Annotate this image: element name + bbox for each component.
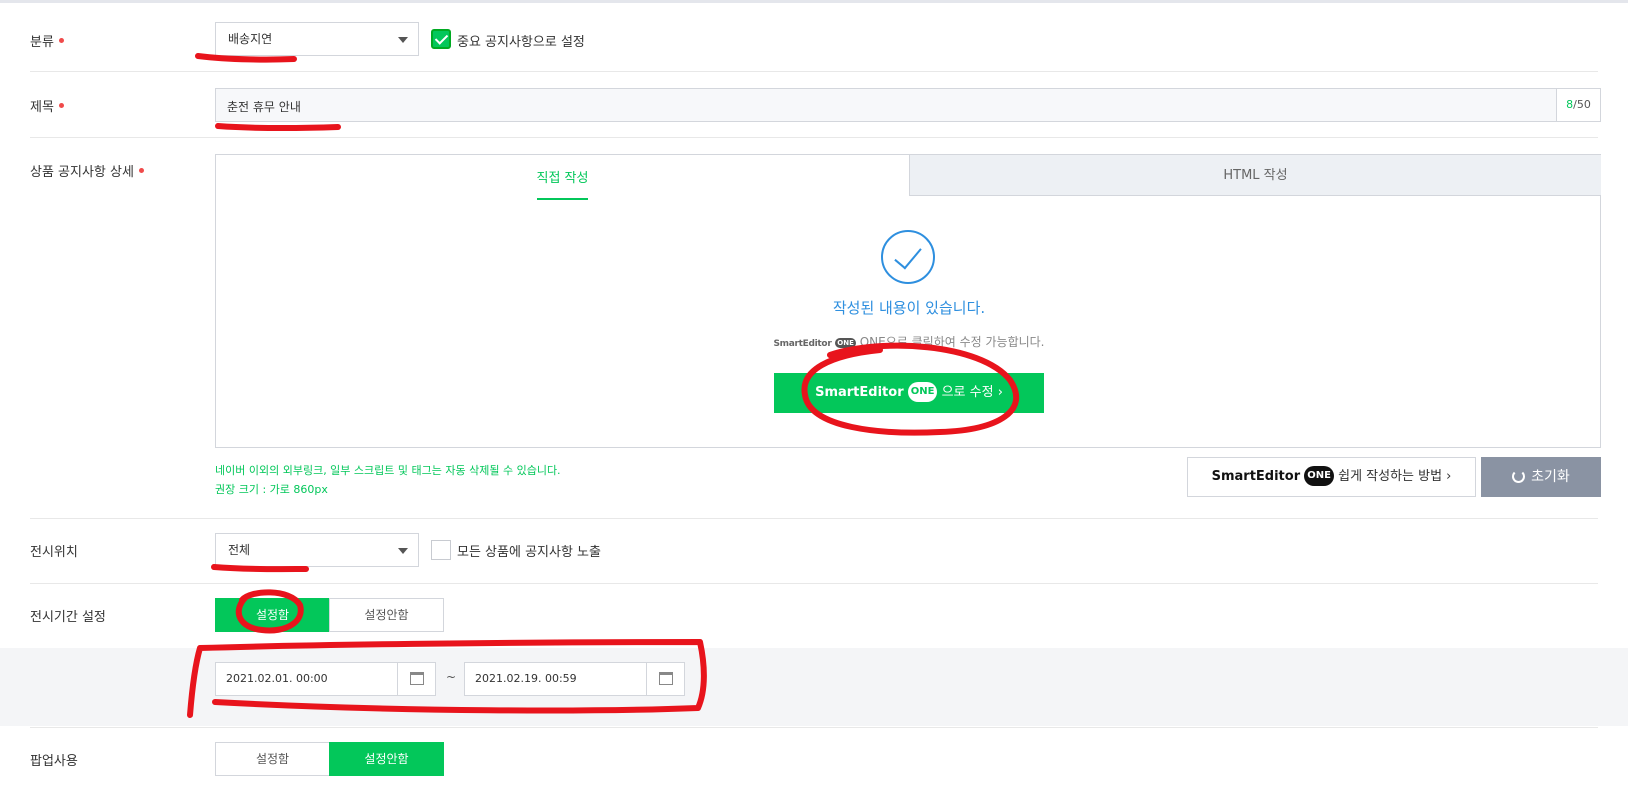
end-date-value: 2021.02.19. 00:59 xyxy=(475,672,577,685)
important-notice-label: 중요 공지사항으로 설정 xyxy=(457,35,585,50)
popup-unset-button[interactable]: 설정안함 xyxy=(329,742,444,776)
display-position-select[interactable]: 전체 xyxy=(215,533,419,567)
date-range-separator: ~ xyxy=(446,670,457,684)
notice-recommended-size: 권장 크기 : 가로 860px xyxy=(215,483,328,496)
written-content-message: 작성된 내용이 있습니다. xyxy=(832,299,986,317)
chevron-down-icon xyxy=(398,37,408,43)
title-input[interactable]: 춘전 휴무 안내 8/50 xyxy=(215,88,1601,122)
divider xyxy=(30,727,1598,728)
detail-label: 상품 공지사항 상세 xyxy=(30,161,144,180)
smarteditor-edit-button[interactable]: SmartEditor ONE 으로 수정 › xyxy=(774,373,1044,413)
required-dot xyxy=(58,103,64,108)
one-logo-icon: ONE xyxy=(1304,465,1334,486)
smarteditor-howto-button[interactable]: SmartEditor ONE 쉽게 작성하는 방법 › xyxy=(1187,457,1476,497)
expose-all-label: 모든 상품에 공지사항 노출 xyxy=(457,545,601,560)
category-select[interactable]: 배송지연 xyxy=(215,22,419,56)
category-select-value: 배송지연 xyxy=(228,32,273,46)
underline-display-position xyxy=(211,564,309,573)
calendar-icon xyxy=(410,672,424,685)
popup-label: 팝업사용 xyxy=(30,754,78,769)
category-label: 분류 xyxy=(30,31,64,50)
underline-title xyxy=(215,123,341,131)
one-logo-icon: ONE xyxy=(907,381,938,402)
smarteditor-note: SmartEditor ONE ONE으로 클릭하여 수정 가능합니다. xyxy=(773,335,1045,349)
important-notice-checkbox[interactable] xyxy=(431,29,451,49)
divider xyxy=(30,137,1598,138)
notice-external-links: 네이버 이외의 외부링크, 일부 스크립트 및 태그는 자동 삭제될 수 있습니… xyxy=(215,464,561,477)
start-date-input[interactable]: 2021.02.01. 00:00 xyxy=(215,662,436,696)
calendar-icon xyxy=(659,672,673,685)
divider xyxy=(30,71,1598,72)
popup-set-button[interactable]: 설정함 xyxy=(215,742,330,776)
display-period-label: 전시기간 설정 xyxy=(30,610,106,625)
end-date-calendar-button[interactable] xyxy=(646,663,684,695)
chevron-down-icon xyxy=(398,548,408,554)
one-logo-icon: ONE xyxy=(835,337,856,348)
title-char-counter: 8/50 xyxy=(1556,89,1600,121)
display-position-value: 전체 xyxy=(228,543,251,557)
refresh-icon xyxy=(1512,469,1526,483)
display-period-set-button[interactable]: 설정함 xyxy=(215,598,330,632)
required-dot xyxy=(138,168,144,173)
display-position-label: 전시위치 xyxy=(30,545,78,560)
display-period-unset-button[interactable]: 설정안함 xyxy=(329,598,444,632)
underline-category xyxy=(195,53,297,63)
top-border xyxy=(0,0,1628,3)
title-label: 제목 xyxy=(30,96,64,115)
title-input-value: 춘전 휴무 안내 xyxy=(227,100,301,114)
check-circle-icon xyxy=(881,230,935,284)
start-date-value: 2021.02.01. 00:00 xyxy=(226,672,328,685)
expose-all-checkbox[interactable] xyxy=(431,540,451,560)
smarteditor-logo: SmartEditor xyxy=(773,339,832,349)
editor-panel: 직접 작성 HTML 작성 작성된 내용이 있습니다. SmartEditor … xyxy=(215,154,1601,448)
reset-button[interactable]: 초기화 xyxy=(1481,457,1601,497)
end-date-input[interactable]: 2021.02.19. 00:59 xyxy=(464,662,685,696)
required-dot xyxy=(58,38,64,43)
divider xyxy=(30,583,1598,584)
tab-html-write[interactable]: HTML 작성 xyxy=(909,155,1601,196)
tab-direct-write[interactable]: 직접 작성 xyxy=(216,155,909,200)
start-date-calendar-button[interactable] xyxy=(397,663,435,695)
divider xyxy=(30,518,1598,519)
